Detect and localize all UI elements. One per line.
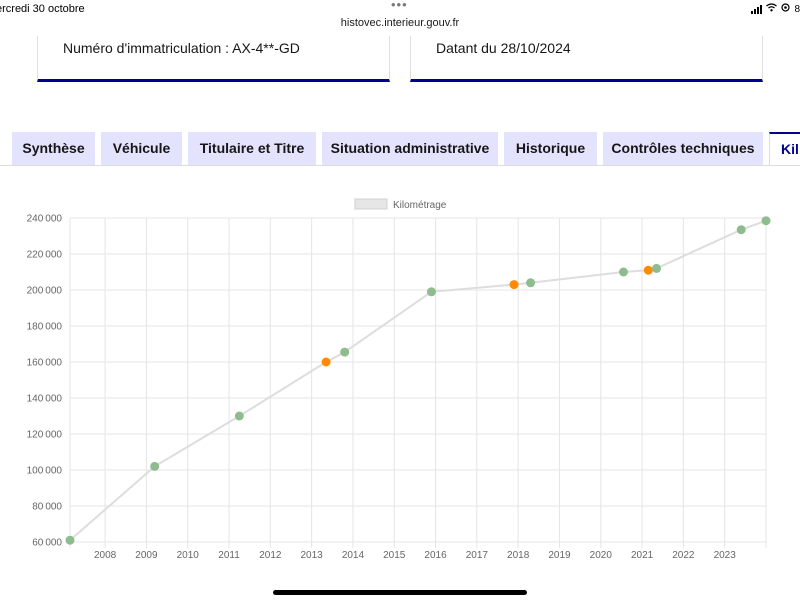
mileage-point-ok[interactable] [150, 461, 160, 471]
mileage-point-ok[interactable] [65, 535, 75, 545]
report-date-card: Datant du 28/10/2024 [410, 36, 763, 82]
tab-situation-administrative[interactable]: Situation administrative [322, 132, 498, 165]
y-tick-label: 180 000 [27, 322, 63, 333]
x-tick-label: 2022 [672, 550, 695, 561]
report-date: Datant du 28/10/2024 [436, 40, 571, 56]
mileage-panel: Kilométrage 60 000 80 000 100 000 120 000 14… [0, 165, 800, 601]
tab-historique[interactable]: Historique [504, 132, 597, 165]
y-tick-label: 200 000 [27, 286, 63, 297]
x-tick-label: 2017 [466, 550, 489, 561]
mileage-point-ok[interactable] [652, 263, 662, 273]
status-date: ercredi 30 octobre [0, 3, 85, 15]
url-bar[interactable]: histovec.interieur.gouv.fr [0, 17, 800, 29]
mileage-point-warning[interactable] [321, 357, 331, 367]
x-tick-label: 2009 [135, 550, 158, 561]
x-tick-label: 2016 [424, 550, 447, 561]
home-indicator[interactable] [273, 590, 527, 595]
mileage-line [69, 219, 767, 541]
mileage-point-ok[interactable] [426, 287, 436, 297]
mileage-chart: Kilométrage 60 000 80 000 100 000 120 000 14… [27, 198, 771, 561]
y-tick-label: 80 000 [32, 502, 62, 513]
mileage-point-ok[interactable] [618, 267, 628, 277]
x-tick-label: 2015 [383, 550, 406, 561]
y-tick-label: 120 000 [27, 430, 63, 441]
y-tick-label: 220 000 [27, 250, 63, 261]
chart-legend: Kilométrage [354, 198, 447, 211]
tab-bar: Synthèse Véhicule Titulaire et Titre Sit… [0, 132, 800, 166]
x-axis: 2008 2009 2010 2011 2012 2013 2014 2015 2016 2017… [94, 550, 736, 561]
signal-icon [751, 4, 763, 14]
y-tick-label: 240 000 [27, 214, 63, 225]
tab-synthese[interactable]: Synthèse [12, 132, 95, 165]
x-tick-label: 2023 [714, 550, 737, 561]
mileage-point-ok[interactable] [526, 278, 536, 288]
x-tick-label: 2018 [507, 550, 530, 561]
more-dots-icon[interactable]: ••• [391, 0, 408, 12]
x-tick-label: 2019 [548, 550, 571, 561]
chart-grid [69, 217, 767, 548]
wifi-icon [766, 3, 778, 15]
x-tick-label: 2011 [218, 550, 240, 561]
legend-swatch[interactable] [354, 198, 388, 210]
y-tick-label: 60 000 [32, 538, 62, 549]
mileage-point-ok[interactable] [736, 225, 746, 235]
status-icons: 8 [751, 3, 800, 15]
tab-titulaire[interactable]: Titulaire et Titre [188, 132, 316, 165]
mileage-point-ok[interactable] [234, 411, 244, 421]
status-bar: ercredi 30 octobre ••• histovec.interieu… [0, 0, 800, 38]
y-tick-label: 160 000 [27, 358, 63, 369]
tab-controles-techniques[interactable]: Contrôles techniques [603, 132, 763, 165]
x-tick-label: 2021 [631, 550, 654, 561]
battery-level: 8 [794, 3, 800, 15]
mileage-point-warning[interactable] [643, 265, 653, 275]
tab-vehicule[interactable]: Véhicule [101, 132, 182, 165]
x-tick-label: 2020 [590, 550, 613, 561]
registration-card: Numéro d'immatriculation : AX-4**-GD [37, 36, 390, 82]
x-tick-label: 2013 [301, 550, 324, 561]
mileage-point-ok[interactable] [340, 347, 350, 357]
x-tick-label: 2014 [342, 550, 365, 561]
legend-label[interactable]: Kilométrage [393, 200, 447, 211]
mileage-point-warning[interactable] [509, 280, 519, 290]
y-axis: 60 000 80 000 100 000 120 000 140 000 160 000… [27, 214, 63, 549]
y-tick-label: 140 000 [27, 394, 63, 405]
x-tick-label: 2008 [94, 550, 117, 561]
mileage-point-ok[interactable] [761, 216, 771, 226]
tab-kilometrage[interactable]: Kil [769, 132, 800, 166]
y-tick-label: 100 000 [27, 466, 63, 477]
orientation-lock-icon [781, 3, 791, 15]
x-tick-label: 2012 [259, 550, 282, 561]
registration-number: Numéro d'immatriculation : AX-4**-GD [63, 40, 300, 56]
x-tick-label: 2010 [177, 550, 200, 561]
